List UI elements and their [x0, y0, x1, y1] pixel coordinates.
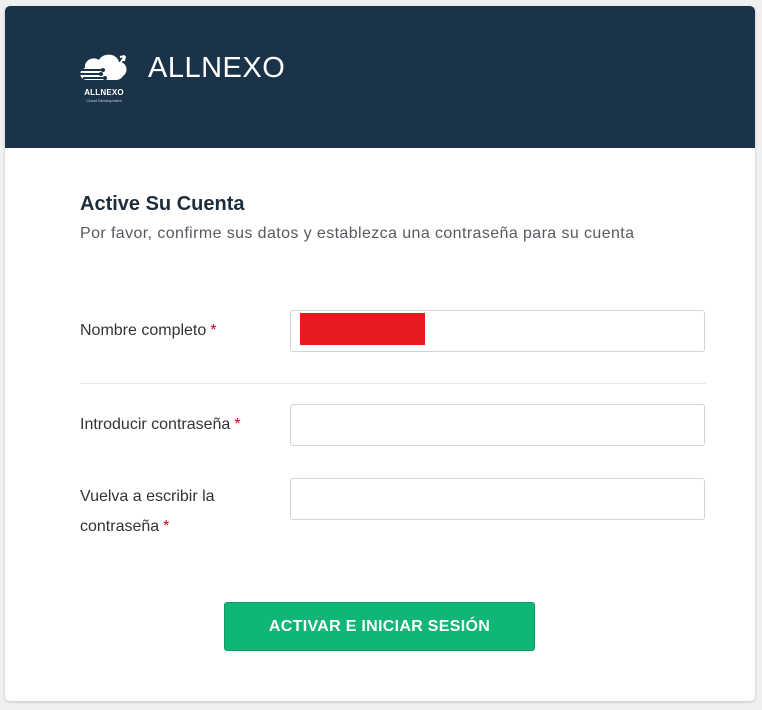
required-marker: *: [163, 518, 170, 535]
confirm-password-input[interactable]: [290, 478, 705, 520]
form-subtitle: Por favor, confirme sus datos y establez…: [80, 225, 635, 242]
allnexo-logo: ALLNEXO Cloud Development: [75, 48, 133, 106]
header-bar: ALLNEXO Cloud Development ALLNEXO: [5, 6, 755, 148]
full-name-input[interactable]: [290, 310, 705, 352]
logo-caption: ALLNEXO: [84, 88, 124, 97]
required-marker: *: [234, 416, 241, 433]
password-label-text: Introducir contraseña: [80, 416, 231, 433]
full-name-label-text: Nombre completo: [80, 322, 207, 339]
required-marker: *: [210, 322, 217, 339]
password-label: Introducir contraseña *: [80, 410, 241, 440]
full-name-label: Nombre completo *: [80, 316, 217, 346]
confirm-password-label-line1: Vuelva a escribir la: [80, 488, 215, 505]
brand-name: ALLNEXO: [148, 52, 286, 84]
form-title: Active Su Cuenta: [80, 193, 245, 215]
cloud-icon: [79, 54, 127, 80]
divider: [80, 383, 706, 384]
activate-signin-button[interactable]: ACTIVAR E INICIAR SESIÓN: [224, 602, 535, 651]
confirm-password-label-line2: contraseña: [80, 518, 160, 535]
confirm-password-label: Vuelva a escribir la contraseña *: [80, 482, 215, 542]
activation-card: ALLNEXO Cloud Development ALLNEXO Active…: [5, 6, 755, 701]
password-input[interactable]: [290, 404, 705, 446]
redacted-value: [300, 313, 425, 345]
logo-subcaption: Cloud Development: [86, 98, 122, 103]
